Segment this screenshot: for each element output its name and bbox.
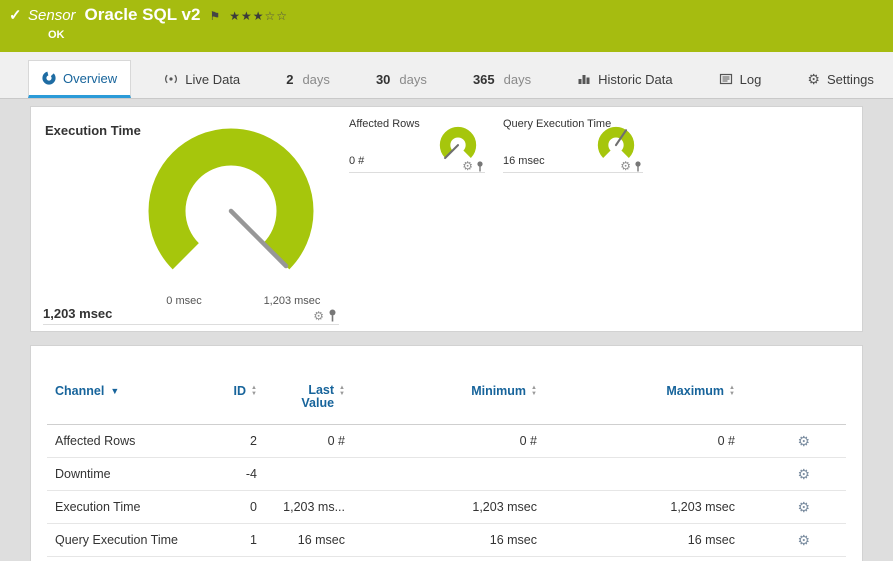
tab-day-number: 365	[472, 71, 495, 87]
gauge-toolbar: ⚙	[462, 160, 484, 172]
channel-settings-icon[interactable]: ⚙	[797, 532, 810, 548]
tab-overview[interactable]: Overview	[28, 60, 132, 98]
column-header-channel[interactable]: Channel ▼	[47, 384, 197, 398]
tab-day-unit: days	[399, 71, 427, 87]
gauge-current-value: 0 #	[349, 155, 365, 167]
gauge-gear-icon[interactable]: ⚙	[462, 160, 473, 172]
sensor-title: Oracle SQL v2	[84, 5, 201, 24]
tab-label: Historic Data	[598, 71, 673, 87]
channel-settings-icon[interactable]: ⚙	[797, 499, 810, 515]
gauge-current-value: 1,203 msec	[43, 306, 113, 321]
tab-365-days[interactable]: 365 days	[460, 60, 544, 98]
channel-name: Affected Rows	[55, 434, 136, 448]
column-header-minimum[interactable]: Minimum ▲ ▼	[345, 384, 537, 398]
tab-bar: Overview Live Data 2 days 30 days 365 da…	[0, 52, 893, 99]
channel-maximum: 16 msec	[687, 533, 735, 547]
gauge-block-execution-time: Execution Time 0 msec 1,203 msec 1,203 m…	[43, 115, 339, 325]
tab-label: Log	[739, 71, 762, 87]
tab-label: Live Data	[185, 71, 241, 87]
channels-table-panel: Channel ▼ ID ▲ ▼ Last Value ▲ ▼ Minimum ▲ ▼…	[30, 345, 863, 561]
tab-live-data[interactable]: Live Data	[151, 60, 253, 98]
column-header-last-value[interactable]: Last Value ▲ ▼	[257, 384, 345, 410]
table-header-row: Channel ▼ ID ▲ ▼ Last Value ▲ ▼ Minimum ▲ ▼…	[47, 346, 846, 425]
priority-star-rating[interactable]: ★★★☆☆	[229, 7, 288, 25]
tab-historic-data[interactable]: Historic Data	[564, 60, 685, 98]
gauge-gear-icon[interactable]: ⚙	[620, 160, 631, 172]
gauge-toolbar: ⚙	[313, 309, 337, 322]
channel-id: -4	[245, 467, 257, 481]
sensor-header: ✓ Sensor Oracle SQL v2 ⚑ ★★★☆☆ OK	[0, 0, 893, 52]
gauge-block-affected-rows: Affected Rows 0 # ⚙	[349, 115, 485, 173]
table-row: Query Execution Time 1 16 msec 16 msec 1…	[47, 524, 846, 557]
status-check-icon: ✓	[9, 7, 22, 24]
channel-id: 1	[250, 533, 257, 547]
channel-name: Downtime	[55, 467, 111, 481]
channel-last-value: 0 #	[327, 434, 345, 448]
gauge-title: Execution Time	[45, 123, 141, 138]
gauge-arc	[439, 127, 477, 158]
gauge-title: Affected Rows	[349, 118, 420, 130]
channel-settings-icon[interactable]: ⚙	[797, 466, 810, 482]
tab-label: Overview	[63, 70, 118, 86]
sensor-title-row: Sensor Oracle SQL v2 ⚑ ★★★☆☆	[28, 5, 288, 25]
channel-minimum: 1,203 msec	[472, 500, 537, 514]
overview-donut-icon	[42, 71, 56, 85]
content-area: Execution Time 0 msec 1,203 msec 1,203 m…	[0, 99, 893, 561]
channel-name: Execution Time	[55, 500, 141, 514]
tab-settings[interactable]: ⚙ Settings	[794, 60, 887, 98]
channel-last-value: 1,203 ms...	[283, 500, 345, 514]
table-row: Execution Time 0 1,203 ms... 1,203 msec …	[47, 491, 846, 524]
gauges-panel: Execution Time 0 msec 1,203 msec 1,203 m…	[30, 106, 863, 332]
channels-table: Channel ▼ ID ▲ ▼ Last Value ▲ ▼ Minimum ▲ ▼…	[31, 346, 862, 557]
table-row: Downtime -4 ⚙	[47, 458, 846, 491]
pin-icon[interactable]	[476, 160, 484, 172]
tab-day-unit: days	[503, 71, 532, 87]
settings-gear-icon: ⚙	[807, 71, 820, 87]
gauge-gear-icon[interactable]: ⚙	[313, 310, 324, 322]
flag-icon[interactable]: ⚑	[209, 9, 220, 23]
channel-settings-icon[interactable]: ⚙	[797, 433, 810, 449]
channel-maximum: 0 #	[717, 434, 735, 448]
stars-empty-icon: ☆☆	[264, 9, 289, 23]
channel-id: 0	[250, 500, 257, 514]
channel-minimum: 16 msec	[489, 533, 537, 547]
channel-name: Query Execution Time	[55, 533, 178, 547]
pin-icon[interactable]	[328, 309, 337, 322]
gauge-arc	[597, 127, 635, 158]
sort-direction-icon: ▼	[110, 386, 120, 396]
gauge-scale-max: 1,203 msec	[263, 295, 321, 307]
column-header-maximum[interactable]: Maximum ▲ ▼	[537, 384, 735, 398]
gauge-block-query-execution-time: Query Execution Time 16 msec ⚙	[503, 115, 643, 173]
tab-day-unit: days	[302, 71, 330, 87]
gauge-arc	[148, 128, 314, 270]
gauge-toolbar: ⚙	[620, 160, 642, 172]
channel-last-value: 16 msec	[297, 533, 345, 547]
channel-id: 2	[250, 434, 257, 448]
gauge-scale-min: 0 msec	[166, 295, 202, 307]
execution-time-gauge	[131, 121, 331, 291]
tab-2-days[interactable]: 2 days	[273, 60, 343, 98]
pin-icon[interactable]	[634, 160, 642, 172]
sensor-type-label: Sensor	[28, 7, 76, 24]
tab-30-days[interactable]: 30 days	[363, 60, 440, 98]
tab-label: Settings	[826, 71, 874, 87]
stars-filled-icon: ★★★	[229, 9, 265, 23]
log-icon	[719, 73, 732, 85]
column-header-id[interactable]: ID ▲ ▼	[197, 384, 257, 398]
sensor-status-badge: OK	[48, 29, 65, 41]
tab-day-number: 30	[375, 71, 391, 87]
channel-maximum: 1,203 msec	[670, 500, 735, 514]
tab-log[interactable]: Log	[706, 60, 775, 98]
tab-day-number: 2	[286, 71, 294, 87]
sort-icon: ▲ ▼	[729, 385, 735, 397]
historic-data-icon	[578, 75, 590, 84]
live-data-icon	[165, 74, 178, 84]
table-row: Affected Rows 2 0 # 0 # 0 # ⚙	[47, 425, 846, 458]
channel-minimum: 0 #	[519, 434, 537, 448]
gauge-current-value: 16 msec	[503, 155, 545, 167]
